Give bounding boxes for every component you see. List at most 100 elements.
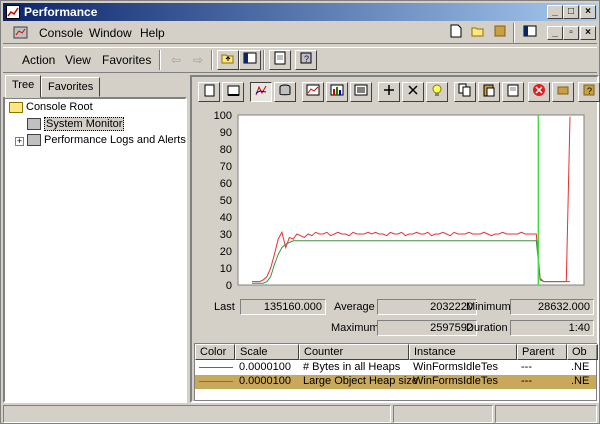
tab-favorites[interactable]: Favorites bbox=[41, 77, 101, 97]
monitor-toolbar: ? bbox=[194, 79, 600, 105]
y-tick-label: 80 bbox=[220, 144, 232, 156]
row-scale: 0.0000100 bbox=[239, 375, 291, 387]
view-current-activity-icon[interactable] bbox=[250, 82, 272, 102]
row-parent: --- bbox=[521, 375, 532, 387]
close-button[interactable]: × bbox=[580, 5, 596, 19]
console-menu-icon[interactable] bbox=[13, 25, 29, 41]
save-icon[interactable] bbox=[489, 23, 511, 43]
freeze-display-icon[interactable] bbox=[528, 82, 550, 102]
highlight-icon[interactable] bbox=[426, 82, 448, 102]
average-value: 2032220 bbox=[377, 299, 477, 315]
folder-icon bbox=[9, 101, 23, 113]
delete-counter-icon[interactable] bbox=[402, 82, 424, 102]
mdi-minimize-button[interactable]: _ bbox=[547, 26, 563, 40]
update-data-icon[interactable] bbox=[552, 82, 574, 102]
tree-node-label: Performance Logs and Alerts bbox=[44, 134, 186, 146]
counter-legend: Color Scale Counter Instance Parent Ob 0… bbox=[194, 343, 598, 401]
properties-icon[interactable] bbox=[502, 82, 524, 102]
row-scale: 0.0000100 bbox=[239, 361, 291, 373]
row-object: .NE bbox=[571, 375, 590, 387]
graph-area: 100 90 80 70 60 50 40 30 20 10 0 bbox=[194, 107, 597, 293]
status-bar bbox=[3, 405, 597, 423]
maximize-button[interactable]: □ bbox=[563, 5, 579, 19]
help-book-icon[interactable]: ? bbox=[295, 50, 317, 70]
tree-pane: Tree Favorites Console Root System Monit… bbox=[3, 75, 187, 403]
menu-view[interactable]: View bbox=[65, 53, 91, 67]
export-list-icon[interactable] bbox=[269, 50, 291, 70]
tree-node-label: Console Root bbox=[26, 101, 93, 113]
window-title: Performance bbox=[24, 5, 98, 19]
open-icon[interactable] bbox=[467, 23, 489, 43]
minimum-label: Minimum bbox=[466, 301, 511, 313]
column-header-scale[interactable]: Scale bbox=[235, 344, 299, 360]
row-parent: --- bbox=[521, 361, 532, 373]
mdi-close-button[interactable]: × bbox=[580, 26, 596, 40]
toolbar-separator bbox=[263, 50, 265, 70]
last-label: Last bbox=[214, 301, 235, 313]
up-one-level-icon[interactable] bbox=[217, 50, 239, 70]
menu-console[interactable]: Console bbox=[39, 26, 83, 40]
forward-arrow-icon[interactable]: ⇨ bbox=[187, 50, 209, 70]
clear-display-icon[interactable] bbox=[222, 82, 244, 102]
mdi-restore-button[interactable]: ▫ bbox=[563, 26, 579, 40]
status-pane bbox=[393, 405, 493, 423]
add-counter-icon[interactable] bbox=[378, 82, 400, 102]
title-bar[interactable]: Performance _ □ × bbox=[3, 3, 597, 21]
average-label: Average bbox=[334, 301, 375, 313]
svg-text:?: ? bbox=[587, 86, 592, 96]
column-header-instance[interactable]: Instance bbox=[409, 344, 517, 360]
column-header-counter[interactable]: Counter bbox=[299, 344, 409, 360]
minimize-button[interactable]: _ bbox=[547, 5, 563, 19]
menu-favorites[interactable]: Favorites bbox=[102, 53, 151, 67]
duration-label: Duration bbox=[466, 322, 508, 334]
svg-text:?: ? bbox=[304, 54, 309, 64]
row-counter: Large Object Heap size bbox=[303, 375, 418, 387]
series-color-swatch bbox=[199, 367, 233, 368]
y-tick-label: 60 bbox=[220, 178, 232, 190]
toolbar-separator bbox=[159, 50, 161, 70]
expand-icon[interactable]: + bbox=[15, 137, 24, 146]
show-hide-console-tree-icon[interactable] bbox=[519, 23, 541, 43]
statistics-bar: Last 135160.000 Average 2032220 Minimum … bbox=[194, 295, 597, 341]
tab-tree[interactable]: Tree bbox=[5, 75, 42, 98]
show-hide-tree-icon[interactable] bbox=[239, 50, 261, 70]
menu-help[interactable]: Help bbox=[140, 26, 165, 40]
column-header-parent[interactable]: Parent bbox=[517, 344, 567, 360]
back-arrow-icon[interactable]: ⇦ bbox=[165, 50, 187, 70]
copy-properties-icon[interactable] bbox=[454, 82, 476, 102]
maximum-label: Maximum bbox=[331, 322, 379, 334]
new-counter-set-icon[interactable] bbox=[198, 82, 220, 102]
status-pane bbox=[3, 405, 391, 423]
perf-app-icon bbox=[7, 7, 19, 17]
plot-area bbox=[237, 114, 585, 286]
status-pane bbox=[495, 405, 597, 423]
minimum-value: 28632.000 bbox=[510, 299, 594, 315]
menu-window[interactable]: Window bbox=[89, 26, 132, 40]
help-icon[interactable]: ? bbox=[578, 82, 600, 102]
y-tick-label: 50 bbox=[220, 195, 232, 207]
legend-row[interactable]: 0.0000100 # Bytes in all Heaps WinFormsI… bbox=[195, 361, 596, 375]
legend-row-selected[interactable]: 0.0000100 Large Object Heap size WinForm… bbox=[195, 375, 596, 389]
view-report-icon[interactable] bbox=[350, 82, 372, 102]
tree-node-console-root[interactable]: Console Root bbox=[9, 101, 93, 113]
menu-bar: Console Window Help _ ▫ × bbox=[3, 22, 597, 44]
column-header-color[interactable]: Color bbox=[195, 344, 235, 360]
performance-window: Performance _ □ × Console Window Help _ … bbox=[0, 0, 600, 424]
performance-logs-icon bbox=[27, 134, 41, 147]
column-header-object[interactable]: Ob bbox=[567, 344, 598, 360]
y-tick-label: 30 bbox=[220, 229, 232, 241]
menu-action[interactable]: Action bbox=[22, 53, 55, 67]
tree-node-performance-logs[interactable]: + Performance Logs and Alerts bbox=[15, 134, 186, 147]
y-tick-label: 40 bbox=[220, 212, 232, 224]
y-tick-label: 90 bbox=[220, 127, 232, 139]
last-value: 135160.000 bbox=[240, 299, 326, 315]
view-log-data-icon[interactable] bbox=[274, 82, 296, 102]
toolbar-separator bbox=[211, 50, 213, 70]
tree-node-system-monitor[interactable]: System Monitor bbox=[27, 117, 125, 131]
y-tick-label: 20 bbox=[220, 246, 232, 258]
view-histogram-icon[interactable] bbox=[326, 82, 348, 102]
view-graph-icon[interactable] bbox=[302, 82, 324, 102]
new-icon[interactable] bbox=[445, 23, 467, 43]
paste-counter-list-icon[interactable] bbox=[478, 82, 500, 102]
app-icon bbox=[6, 5, 20, 19]
